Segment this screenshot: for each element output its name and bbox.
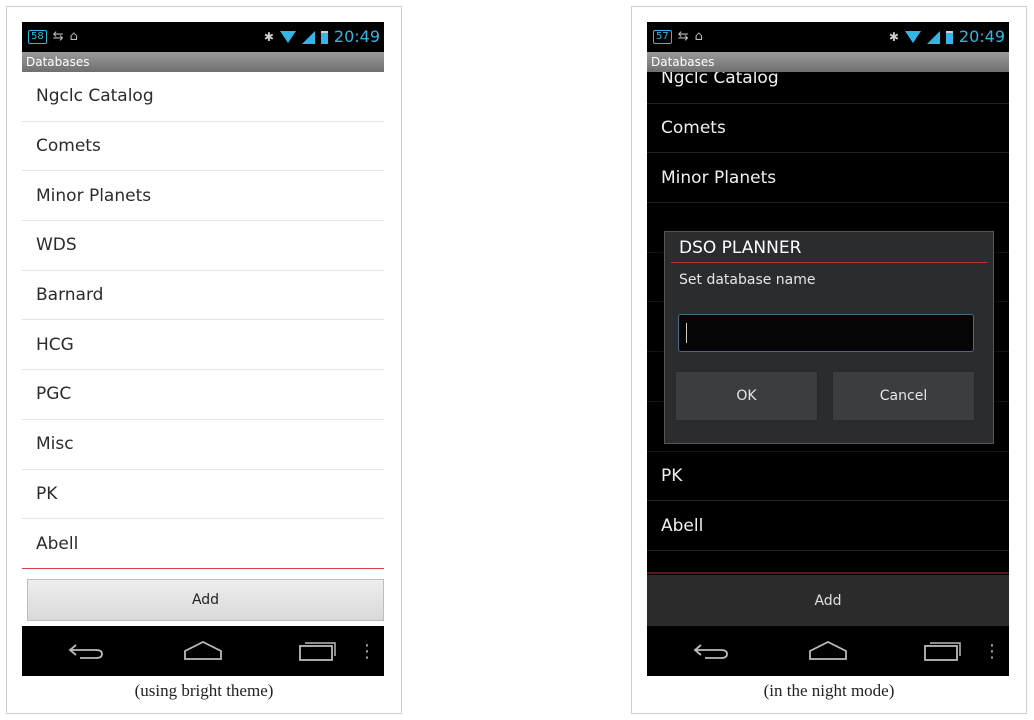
battery-icon — [945, 30, 953, 44]
bluetooth-icon: ✱ — [263, 30, 274, 44]
divider — [647, 572, 1009, 574]
database-name-field[interactable] — [678, 314, 974, 352]
wifi-icon — [904, 31, 921, 43]
home-icon[interactable] — [173, 626, 233, 676]
recent-apps-icon[interactable] — [912, 626, 972, 676]
clock: 20:49 — [333, 27, 380, 46]
divider — [671, 262, 987, 263]
notification-area: 58 ⇆ ⌂ — [28, 29, 78, 45]
text-cursor — [686, 323, 687, 343]
battery-icon — [320, 30, 328, 44]
notification-area: 57 ⇆ ⌂ — [653, 29, 703, 45]
list-item[interactable]: Comets — [647, 104, 1009, 154]
status-bar: 57 ⇆ ⌂ ✱ 20:49 — [647, 22, 1009, 52]
database-list: Ngclc Catalog Comets Minor Planets WDS B… — [22, 72, 384, 569]
caption: (in the night mode) — [763, 681, 895, 700]
notification-badge-icon: 58 — [28, 30, 47, 44]
list-item[interactable]: PK — [22, 470, 384, 520]
list-item[interactable]: Minor Planets — [22, 171, 384, 222]
screenshot-panel-bright: 58 ⇆ ⌂ ✱ 20:49 Databases Ngclc Catalog C… — [6, 6, 402, 714]
status-icons: ✱ 20:49 — [889, 28, 1005, 46]
database-name-input[interactable] — [679, 315, 973, 351]
notification-badge-icon: 57 — [653, 30, 672, 44]
add-button[interactable]: Add — [647, 575, 1009, 626]
clock: 20:49 — [958, 27, 1005, 46]
recent-apps-icon[interactable] — [287, 626, 347, 676]
home-icon: ⌂ — [694, 29, 703, 44]
list-item[interactable]: HCG — [22, 320, 384, 371]
home-icon: ⌂ — [69, 29, 78, 44]
list-item[interactable]: Abell — [647, 501, 1009, 551]
home-icon[interactable] — [798, 626, 858, 676]
list-item[interactable]: Abell — [22, 519, 384, 569]
list-item[interactable]: Comets — [22, 122, 384, 172]
list-item[interactable]: Misc — [22, 420, 384, 470]
title-bar: Databases — [647, 52, 1009, 72]
menu-icon[interactable]: ⋮ — [977, 626, 1007, 676]
dialog-title: DSO PLANNER — [679, 238, 802, 258]
list-item[interactable]: Ngclc Catalog — [22, 72, 384, 122]
bluetooth-icon: ✱ — [888, 30, 899, 44]
notification-icon: ⇆ — [52, 29, 64, 44]
notification-icon: ⇆ — [677, 29, 689, 44]
signal-icon — [301, 30, 315, 44]
list-item[interactable]: Barnard — [22, 271, 384, 321]
list-item[interactable]: PGC — [22, 370, 384, 420]
dialog: DSO PLANNER Set database name OK Cancel — [664, 231, 994, 444]
back-icon[interactable] — [681, 626, 741, 676]
back-icon[interactable] — [56, 626, 116, 676]
navigation-bar: ⋮ — [22, 626, 384, 676]
navigation-bar: ⋮ — [647, 626, 1009, 676]
phone-screen-bright: 58 ⇆ ⌂ ✱ 20:49 Databases Ngclc Catalog C… — [22, 22, 384, 676]
list-item[interactable]: Minor Planets — [647, 153, 1009, 204]
status-bar: 58 ⇆ ⌂ ✱ 20:49 — [22, 22, 384, 52]
list-item[interactable]: WDS — [22, 221, 384, 271]
add-button[interactable]: Add — [27, 579, 384, 621]
wifi-icon — [279, 31, 296, 43]
menu-icon[interactable]: ⋮ — [352, 626, 382, 676]
cancel-button[interactable]: Cancel — [832, 371, 975, 421]
title-bar: Databases — [22, 52, 384, 72]
screenshot-panel-night: Ngclc Catalog Comets Minor Planets PK Ab… — [631, 6, 1027, 714]
dialog-message: Set database name — [679, 272, 816, 288]
phone-screen-night: Ngclc Catalog Comets Minor Planets PK Ab… — [647, 22, 1009, 676]
signal-icon — [926, 30, 940, 44]
caption: (using bright theme) — [134, 681, 274, 700]
status-icons: ✱ 20:49 — [264, 28, 380, 46]
ok-button[interactable]: OK — [675, 371, 818, 421]
